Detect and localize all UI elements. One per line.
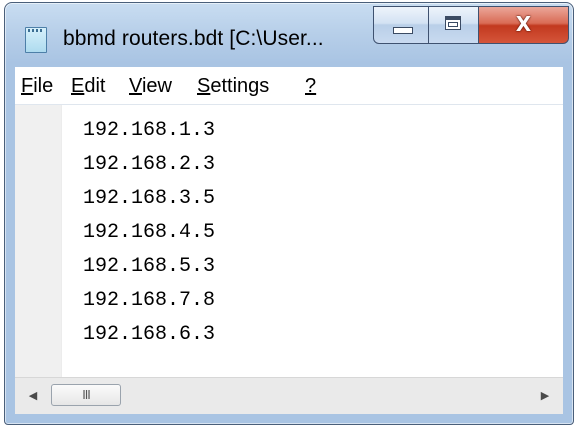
- horizontal-scrollbar[interactable]: ◀ III ▶: [15, 377, 563, 414]
- menu-edit[interactable]: Edit: [71, 75, 105, 98]
- editor-line[interactable]: 192.168.6.3: [83, 318, 215, 352]
- editor-gutter: [15, 105, 62, 377]
- maximize-icon: [445, 16, 461, 30]
- menu-settings[interactable]: Settings: [197, 75, 269, 98]
- menu-file-mnemonic: F: [21, 75, 34, 97]
- editor-line[interactable]: 192.168.5.3: [83, 250, 215, 284]
- scroll-right-icon[interactable]: ▶: [531, 378, 559, 414]
- editor-line[interactable]: 192.168.3.5: [83, 182, 215, 216]
- menu-file[interactable]: File: [21, 75, 53, 98]
- scroll-thumb[interactable]: III: [51, 384, 121, 406]
- menu-edit-mnemonic: E: [71, 75, 85, 97]
- menu-settings-label: ettings: [210, 75, 270, 97]
- menu-view-label: iew: [141, 75, 172, 97]
- menu-settings-mnemonic: S: [197, 75, 211, 97]
- menu-view[interactable]: View: [129, 75, 172, 98]
- editor-line[interactable]: 192.168.1.3: [83, 114, 215, 148]
- maximize-button[interactable]: [429, 6, 479, 44]
- menu-view-mnemonic: V: [129, 75, 142, 97]
- menu-file-label: ile: [33, 75, 54, 97]
- notepad-window: bbmd routers.bdt [C:\User... X File Edit…: [4, 2, 574, 425]
- caption-buttons: X: [373, 6, 569, 44]
- grip-icon: III: [82, 388, 91, 402]
- minimize-button[interactable]: [373, 6, 429, 44]
- window-title: bbmd routers.bdt [C:\User...: [63, 27, 324, 50]
- editor-line[interactable]: 192.168.7.8: [83, 284, 215, 318]
- minimize-icon: [393, 27, 413, 34]
- editor-lines: 192.168.1.3 192.168.2.3 192.168.3.5 192.…: [83, 114, 215, 352]
- notepad-icon[interactable]: [25, 27, 47, 53]
- menu-help[interactable]: ?: [305, 75, 316, 98]
- editor-line[interactable]: 192.168.4.5: [83, 216, 215, 250]
- menu-help-mnemonic: ?: [305, 75, 317, 97]
- text-editor[interactable]: 192.168.1.3 192.168.2.3 192.168.3.5 192.…: [15, 105, 563, 377]
- close-icon: X: [515, 12, 532, 36]
- menu-edit-label: dit: [84, 75, 106, 97]
- editor-line[interactable]: 192.168.2.3: [83, 148, 215, 182]
- menu-bar: File Edit View Settings ?: [15, 67, 563, 105]
- close-button[interactable]: X: [479, 6, 569, 44]
- scroll-left-icon[interactable]: ◀: [19, 378, 47, 414]
